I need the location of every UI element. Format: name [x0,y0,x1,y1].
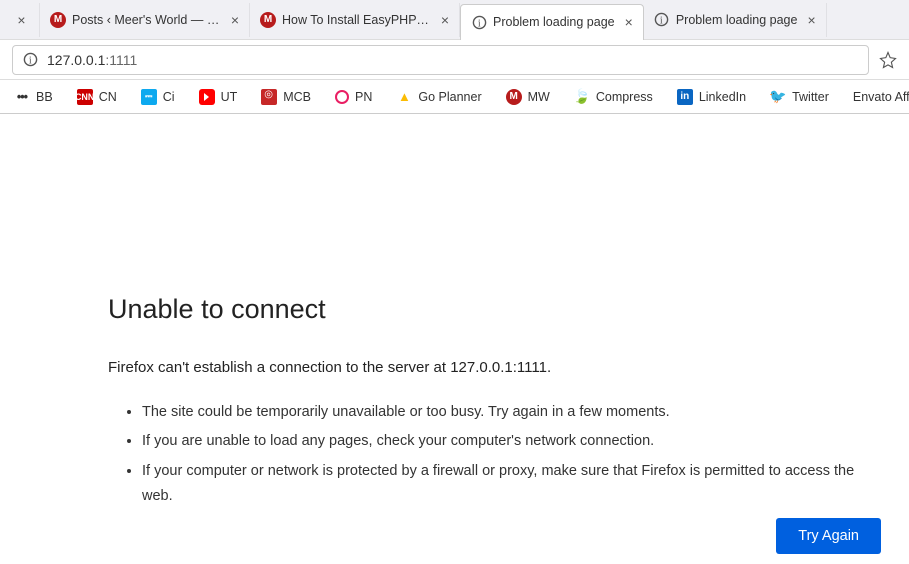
twitter-icon: 🐦 [770,89,786,105]
bookmarks-bar: ••• BB CNN CN ⎓ Ci UT MCB PN Go Planner M MW… [0,80,909,114]
bookmark-twitter[interactable]: 🐦 Twitter [762,89,837,105]
close-icon[interactable]: × [807,13,815,27]
bookmark-bb[interactable]: ••• BB [6,89,61,105]
error-suggestions: The site could be temporarily unavailabl… [108,400,879,510]
tab-3-active[interactable]: i Problem loading page × [460,4,644,40]
error-subtitle: Firefox can't establish a connection to … [108,359,879,376]
bookmark-label: BB [36,90,53,104]
linkedin-icon: in [677,89,693,105]
error-bullet: The site could be temporarily unavailabl… [142,400,879,425]
bookmark-label: PN [355,90,372,104]
bookmark-mcb[interactable]: MCB [253,89,319,105]
site-info-icon[interactable]: i [23,52,39,68]
svg-text:i: i [29,55,32,66]
bookmark-linkedin[interactable]: in LinkedIn [669,89,754,105]
tab-2[interactable]: M How To Install EasyPHP Devse × [250,3,460,37]
tab-title: Problem loading page [493,15,615,29]
error-bullet: If you are unable to load any pages, che… [142,429,879,454]
url-host: 127.0.0.1 [47,52,105,68]
tab-title: Problem loading page [676,13,798,27]
svg-text:i: i [660,15,663,26]
bookmark-mw[interactable]: M MW [498,89,558,105]
cnn-icon: CNN [77,89,93,105]
bookmark-label: Ci [163,90,175,104]
goplanner-icon [396,89,412,105]
url-bar[interactable]: i 127.0.0.1:1111 [12,45,869,75]
compress-icon: 🍃 [574,89,590,105]
close-icon[interactable]: × [231,13,239,27]
info-icon: i [471,14,487,30]
bookmark-label: UT [221,90,238,104]
try-again-button[interactable]: Try Again [776,518,881,554]
youtube-icon [199,89,215,105]
mw-icon: M [506,89,522,105]
pn-icon [335,90,349,104]
error-page-content: Unable to connect Firefox can't establis… [0,114,909,510]
svg-text:i: i [477,18,480,29]
tab-0[interactable]: × [0,3,40,37]
bookmark-label: Twitter [792,90,829,104]
bookmark-ut[interactable]: UT [191,89,246,105]
tab-bar: × M Posts ‹ Meer's World — Word × M How … [0,0,909,40]
error-bullet: If your computer or network is protected… [142,459,879,510]
close-icon[interactable]: × [17,13,25,27]
bookmark-star-icon[interactable] [879,51,897,69]
bookmark-label: MCB [283,90,311,104]
bookmark-label: Go Planner [418,90,481,104]
tab-4[interactable]: i Problem loading page × [644,3,827,37]
url-bar-row: i 127.0.0.1:1111 [0,40,909,80]
bookmark-envato[interactable]: Envato Aff [845,90,909,104]
close-icon[interactable]: × [441,13,449,27]
tab-title: How To Install EasyPHP Devse [282,13,431,27]
favicon-m-icon: M [50,12,66,28]
url-text: 127.0.0.1:1111 [47,52,137,68]
bookmark-goplanner[interactable]: Go Planner [388,89,489,105]
bookmark-label: Compress [596,90,653,104]
info-icon: i [654,12,670,28]
bookmark-label: Envato Aff [853,90,909,104]
ci-icon: ⎓ [141,89,157,105]
bookmark-ci[interactable]: ⎓ Ci [133,89,183,105]
tab-title: Posts ‹ Meer's World — Word [72,13,221,27]
bookmark-compress[interactable]: 🍃 Compress [566,89,661,105]
bookmark-label: LinkedIn [699,90,746,104]
bookmark-label: MW [528,90,550,104]
favicon-m-icon: M [260,12,276,28]
bookmark-cn[interactable]: CNN CN [69,89,125,105]
mcb-icon [261,89,277,105]
bookmark-pn[interactable]: PN [327,90,380,104]
bookmark-label: CN [99,90,117,104]
tab-1[interactable]: M Posts ‹ Meer's World — Word × [40,3,250,37]
button-row: Try Again [776,518,881,554]
dots-icon: ••• [14,89,30,105]
url-port: :1111 [105,52,137,68]
close-icon[interactable]: × [625,15,633,29]
error-title: Unable to connect [108,294,879,325]
